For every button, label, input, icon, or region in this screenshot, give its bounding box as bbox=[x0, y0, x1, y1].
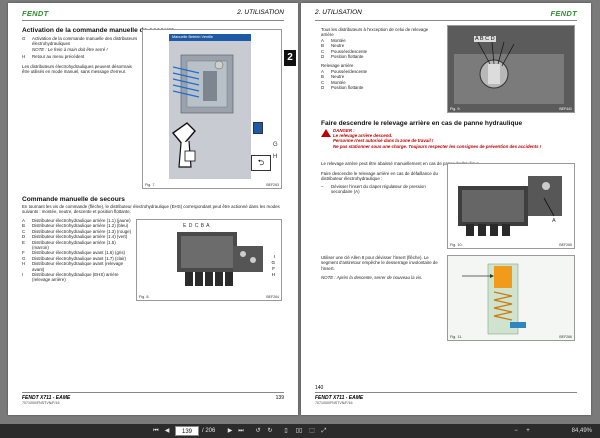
valve-block-photo bbox=[458, 176, 562, 236]
activation-list: G Activation de la commande manuelle des… bbox=[22, 36, 138, 74]
figure-9: A B C D Fig. 9. BEF441 bbox=[447, 25, 575, 113]
page-number: 140 bbox=[315, 385, 324, 391]
paragraph: Tous les distributeurs à l'exception de … bbox=[321, 27, 429, 38]
callout-h: H bbox=[273, 154, 278, 160]
list-item: H Retour au menu précédent bbox=[22, 54, 85, 60]
list-item-key: I bbox=[22, 272, 24, 278]
figure-10: A Fig. 10. BEF265 bbox=[447, 163, 575, 249]
right-page: 2. UTILISATION FENDT Tous les distribute… bbox=[301, 3, 591, 415]
list-item-value: Position flottante bbox=[331, 85, 364, 91]
list-item-value: Distributeur électrohydraulique avant (r… bbox=[32, 261, 124, 272]
danger-notice: DANGER : Le relevage arrière descend. Pe… bbox=[333, 128, 573, 149]
back-arrow-icon[interactable]: ⮌ bbox=[251, 155, 271, 171]
chapter-tab-left: 2 bbox=[284, 50, 296, 66]
section-heading: Faire descendre le relevage arrière en c… bbox=[321, 120, 523, 127]
callout-letters: A B C D bbox=[474, 36, 496, 42]
section-heading: Commande manuelle de secours bbox=[22, 196, 125, 203]
next-page-button[interactable]: ▶ bbox=[226, 426, 234, 436]
page-number-input[interactable]: 139 bbox=[175, 426, 199, 436]
list-item: D Position flottante bbox=[321, 85, 439, 90]
figure-8: E D C B A I G F H Fig. 8. BEF264 bbox=[136, 219, 282, 301]
zoom-in-icon[interactable]: + bbox=[524, 426, 532, 436]
figure-code: BEF264 bbox=[266, 295, 279, 299]
previous-page-button[interactable]: ◀ bbox=[163, 426, 171, 436]
manual-mode-icon[interactable] bbox=[253, 122, 263, 134]
positions-list: A Montée B Neutre C Poussée/descente D Position… bbox=[321, 38, 439, 60]
figure-11: Fig. 11. BEF266 bbox=[447, 255, 575, 341]
list-item-value: Distributeur électrohydraulique (EHS) ar… bbox=[32, 272, 119, 283]
viewer-toolbar: ⏮ ◀ 139 / 206 ▶ ⏭ ↺ ↻ ▯ ▯▯ ⬚ ⤢ − + 84,49… bbox=[0, 424, 600, 438]
figure-code: BEF263 bbox=[266, 183, 279, 187]
side-callouts: I G F H bbox=[271, 254, 275, 277]
valve-block-illustration bbox=[171, 54, 234, 168]
list-item-key: H bbox=[22, 261, 26, 267]
list-item-key: D bbox=[321, 54, 325, 60]
screen-title-bar: Manuelle Betrieb Ventile bbox=[169, 34, 251, 41]
list-item: NOTE : Le frein à main doit être serré ! bbox=[22, 47, 138, 52]
procedure-text: Faire descendre le relevage arrière en c… bbox=[321, 171, 439, 195]
warning-icon bbox=[321, 129, 331, 137]
brand-logo: FENDT bbox=[22, 9, 49, 18]
list-item-key: E bbox=[22, 239, 25, 245]
callout-g: G bbox=[273, 142, 278, 148]
fullscreen-icon[interactable]: ⤢ bbox=[320, 426, 328, 436]
positions-list: A Poussée/descente B Neutre C Montée D Position… bbox=[321, 69, 439, 91]
rotate-left-icon[interactable]: ↺ bbox=[254, 426, 262, 436]
single-page-icon[interactable]: ▯ bbox=[282, 426, 290, 436]
zoom-level[interactable]: 84,49% bbox=[572, 426, 592, 436]
footer-code: 7071000/FNSTVN/F/16 bbox=[22, 401, 60, 405]
figure-label: Fig. 10. bbox=[450, 243, 463, 247]
paragraph: Utiliser une clé Allen 8 pour dévisser l… bbox=[321, 255, 438, 271]
valve-list: A Distributeur électrohydraulique arrière… bbox=[22, 218, 132, 283]
list-item: G Activation de la commande manuelle des… bbox=[22, 36, 138, 47]
callout-letters: E D C B A bbox=[183, 223, 211, 229]
figure-7: Manuelle Betrieb Ventile ⮌ G H Fig. 7. B… bbox=[142, 29, 282, 189]
two-page-icon[interactable]: ▯▯ bbox=[294, 426, 304, 436]
list-item: – Dévisser l'insert du clapet régulateur… bbox=[321, 183, 426, 195]
page-footer: FENDT X711 - EAME 7071000/FNSTVN/F/16 14… bbox=[315, 385, 577, 405]
rotate-right-icon[interactable]: ↻ bbox=[266, 426, 274, 436]
figure-label: Fig. 7. bbox=[145, 183, 156, 187]
figure-label: Fig. 11. bbox=[450, 335, 463, 339]
first-page-button[interactable]: ⏮ bbox=[152, 426, 160, 436]
instruction-text: Utiliser une clé Allen 8 pour dévisser l… bbox=[321, 255, 441, 281]
valve-block-photo bbox=[177, 232, 263, 286]
last-page-button[interactable]: ⏭ bbox=[237, 426, 245, 436]
page-header: FENDT 2. UTILISATION bbox=[22, 9, 284, 21]
page-footer: FENDT X711 - EAME 7071000/FNSTVN/F/16 13… bbox=[22, 392, 284, 405]
list-item-value: Position flottante bbox=[331, 54, 364, 60]
list-item: I Distributeur électrohydraulique (EHS) a… bbox=[22, 272, 132, 283]
page-header: 2. UTILISATION FENDT bbox=[315, 9, 577, 21]
list-item-value: Distributeur électrohydraulique arrière … bbox=[32, 239, 116, 251]
section-title: 2. UTILISATION bbox=[237, 9, 284, 16]
figure-label: Fig. 9. bbox=[450, 107, 461, 111]
left-page: FENDT 2. UTILISATION Activation de la co… bbox=[8, 3, 298, 415]
figure-label: Fig. 8. bbox=[139, 295, 150, 299]
list-item: D Position flottante bbox=[321, 54, 439, 59]
page-number: 139 bbox=[275, 395, 284, 401]
note-text: NOTE : Après la descente, serrer de nouv… bbox=[321, 275, 423, 281]
paragraph: En tournant les vis de commande (flèche)… bbox=[22, 204, 280, 215]
figure-code: BEF266 bbox=[559, 335, 572, 339]
paragraph: Faire descendre le relevage arrière en c… bbox=[321, 171, 438, 182]
list-item-key: D bbox=[321, 85, 325, 91]
positions-text: Tous les distributeurs à l'exception de … bbox=[321, 27, 439, 90]
terminal-screen bbox=[169, 41, 251, 179]
note-text: NOTE : Le frein à main doit être serré ! bbox=[32, 46, 108, 52]
footer-code: 7071000/FNSTVN/F/16 bbox=[315, 401, 353, 405]
brand-logo: FENDT bbox=[550, 9, 577, 18]
document-viewer: FENDT 2. UTILISATION Activation de la co… bbox=[0, 0, 600, 424]
page-total: / 206 bbox=[202, 428, 216, 434]
figure-code: BEF265 bbox=[559, 243, 572, 247]
valve-screw-photo bbox=[448, 26, 574, 112]
section-title: 2. UTILISATION bbox=[315, 9, 362, 16]
zoom-out-icon[interactable]: − bbox=[512, 426, 520, 436]
fit-page-icon[interactable]: ⬚ bbox=[308, 426, 316, 436]
insert-cutaway-illustration bbox=[448, 256, 574, 340]
list-item: H Distributeur électrohydraulique avant (… bbox=[22, 261, 132, 272]
paragraph: Les distributeurs électrohydrauliques pe… bbox=[22, 63, 132, 75]
callout-a: A bbox=[552, 218, 556, 224]
list-item: E Distributeur électrohydraulique arrière… bbox=[22, 240, 132, 251]
figure-code: BEF441 bbox=[559, 107, 572, 111]
